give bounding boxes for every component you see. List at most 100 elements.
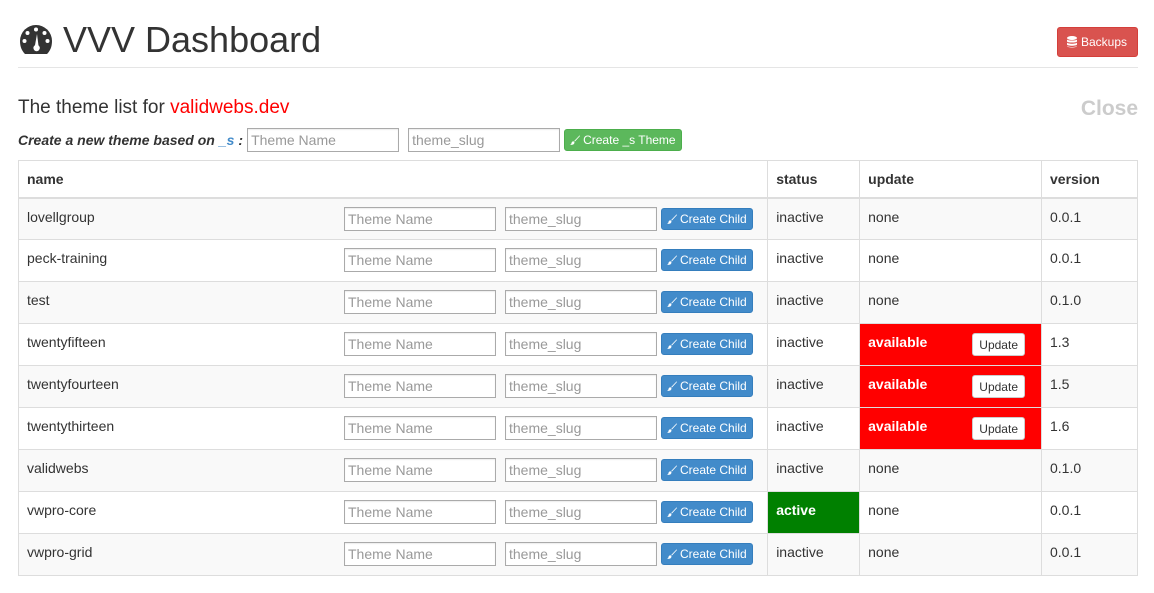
update-status: none [868, 502, 900, 518]
child-theme-name-input[interactable] [344, 332, 496, 356]
update-cell: none [859, 197, 1042, 240]
update-status: none [868, 250, 900, 266]
child-theme-form: Create Child [344, 290, 753, 314]
create-child-label: Create Child [680, 547, 747, 561]
database-icon [1066, 36, 1077, 48]
table-row: peck-training Create Child inactive none… [17, 239, 1138, 282]
child-theme-slug-input[interactable] [505, 290, 657, 314]
theme-name-cell: vwpro-grid Create Child [17, 533, 769, 576]
table-row: vwpro-grid Create Child inactive none 0.… [17, 533, 1138, 576]
update-button[interactable]: Update [972, 417, 1025, 440]
create-child-button[interactable]: Create Child [661, 375, 753, 397]
table-row: twentyfifteen Create Child inactive avai… [17, 323, 1138, 366]
paint-brush-icon [570, 135, 581, 145]
table-row: twentyfourteen Create Child inactive ava… [17, 365, 1138, 408]
create-child-button[interactable]: Create Child [661, 459, 753, 481]
update-cell: available Update [859, 323, 1042, 366]
child-theme-name-input[interactable] [344, 500, 496, 524]
theme-name-cell: twentyfourteen Create Child [17, 365, 769, 408]
paint-brush-icon [667, 423, 677, 433]
version-cell: 0.1.0 [1041, 281, 1138, 324]
page-header: VVV Dashboard Backups [18, 0, 1138, 68]
create-child-label: Create Child [680, 211, 747, 226]
backups-button[interactable]: Backups [1056, 27, 1138, 57]
create-theme-label: Create a new theme based on _s: [18, 132, 243, 148]
column-header-name: name [17, 160, 769, 199]
backups-label: Backups [1080, 35, 1127, 49]
version-cell: 0.0.1 [1041, 239, 1138, 282]
update-cell: available Update [859, 365, 1042, 408]
paint-brush-icon [667, 507, 677, 517]
status-cell: active [767, 491, 861, 534]
close-button[interactable]: Close [1081, 97, 1138, 121]
column-header-status: status [767, 160, 861, 199]
create-theme-form: Create a new theme based on_s: Create _s… [18, 127, 682, 153]
create-child-button[interactable]: Create Child [661, 291, 753, 313]
table-header-row: name status update version [17, 160, 1138, 199]
themes-table: name status update version lovellgroup C… [17, 160, 1138, 576]
child-theme-slug-input[interactable] [505, 458, 657, 482]
child-theme-name-input[interactable] [344, 206, 496, 231]
create-child-label: Create Child [680, 463, 747, 477]
paint-brush-icon [667, 297, 677, 307]
child-theme-slug-input[interactable] [505, 374, 657, 398]
theme-name-cell: vwpro-core Create Child [17, 491, 769, 534]
update-cell: none [859, 491, 1042, 534]
column-header-version: version [1041, 160, 1138, 199]
new-theme-name-input[interactable] [247, 128, 400, 152]
page-title: VVV Dashboard [63, 19, 322, 60]
theme-name: vwpro-core [27, 502, 97, 518]
create-child-button[interactable]: Create Child [661, 417, 753, 439]
heading-prefix: The theme list for [18, 97, 171, 118]
table-row: lovellgroup Create Child inactive none 0… [17, 197, 1138, 240]
child-theme-name-input[interactable] [344, 542, 496, 566]
update-button[interactable]: Update [972, 333, 1025, 356]
child-theme-slug-input[interactable] [505, 332, 657, 356]
child-theme-name-input[interactable] [344, 248, 496, 272]
update-status: available [868, 376, 928, 392]
child-theme-slug-input[interactable] [505, 206, 657, 231]
new-theme-slug-input[interactable] [408, 128, 561, 152]
child-theme-form: Create Child [344, 248, 753, 272]
update-cell: none [859, 281, 1042, 324]
dashboard-gauge-icon [20, 25, 52, 54]
status-cell: inactive [767, 533, 861, 576]
paint-brush-icon [667, 255, 677, 265]
child-theme-form: Create Child [344, 374, 753, 398]
theme-name: twentythirteen [27, 418, 115, 434]
child-theme-slug-input[interactable] [505, 416, 657, 440]
theme-name: twentyfourteen [27, 376, 119, 392]
child-theme-form: Create Child [344, 206, 753, 231]
child-theme-name-input[interactable] [344, 374, 496, 398]
update-cell: none [859, 449, 1042, 492]
create-child-button[interactable]: Create Child [661, 501, 753, 523]
theme-name: vwpro-grid [27, 544, 93, 560]
table-row: twentythirteen Create Child inactive ava… [17, 407, 1138, 450]
theme-list-heading: The theme list for validwebs.dev [18, 96, 289, 120]
theme-name-cell: validwebs Create Child [17, 449, 769, 492]
version-cell: 1.6 [1041, 407, 1138, 450]
create-child-button[interactable]: Create Child [661, 207, 753, 230]
create-child-label: Create Child [680, 379, 747, 393]
create-child-button[interactable]: Create Child [661, 543, 753, 565]
create-child-label: Create Child [680, 421, 747, 435]
create-child-button[interactable]: Create Child [661, 249, 753, 271]
child-theme-name-input[interactable] [344, 290, 496, 314]
child-theme-name-input[interactable] [344, 416, 496, 440]
child-theme-name-input[interactable] [344, 458, 496, 482]
create-s-theme-button[interactable]: Create _s Theme [564, 129, 682, 151]
create-child-button[interactable]: Create Child [661, 333, 753, 355]
update-status: available [868, 418, 928, 434]
version-cell: 0.0.1 [1041, 491, 1138, 534]
child-theme-slug-input[interactable] [505, 500, 657, 524]
paint-brush-icon [667, 465, 677, 475]
update-cell: none [859, 239, 1042, 282]
update-button[interactable]: Update [972, 375, 1025, 398]
child-theme-form: Create Child [344, 458, 753, 482]
site-name: validwebs.dev [170, 97, 290, 118]
table-row: test Create Child inactive none 0.1.0 [17, 281, 1138, 324]
child-theme-slug-input[interactable] [505, 542, 657, 566]
child-theme-form: Create Child [344, 542, 753, 566]
child-theme-slug-input[interactable] [505, 248, 657, 272]
update-status: available [868, 334, 928, 350]
